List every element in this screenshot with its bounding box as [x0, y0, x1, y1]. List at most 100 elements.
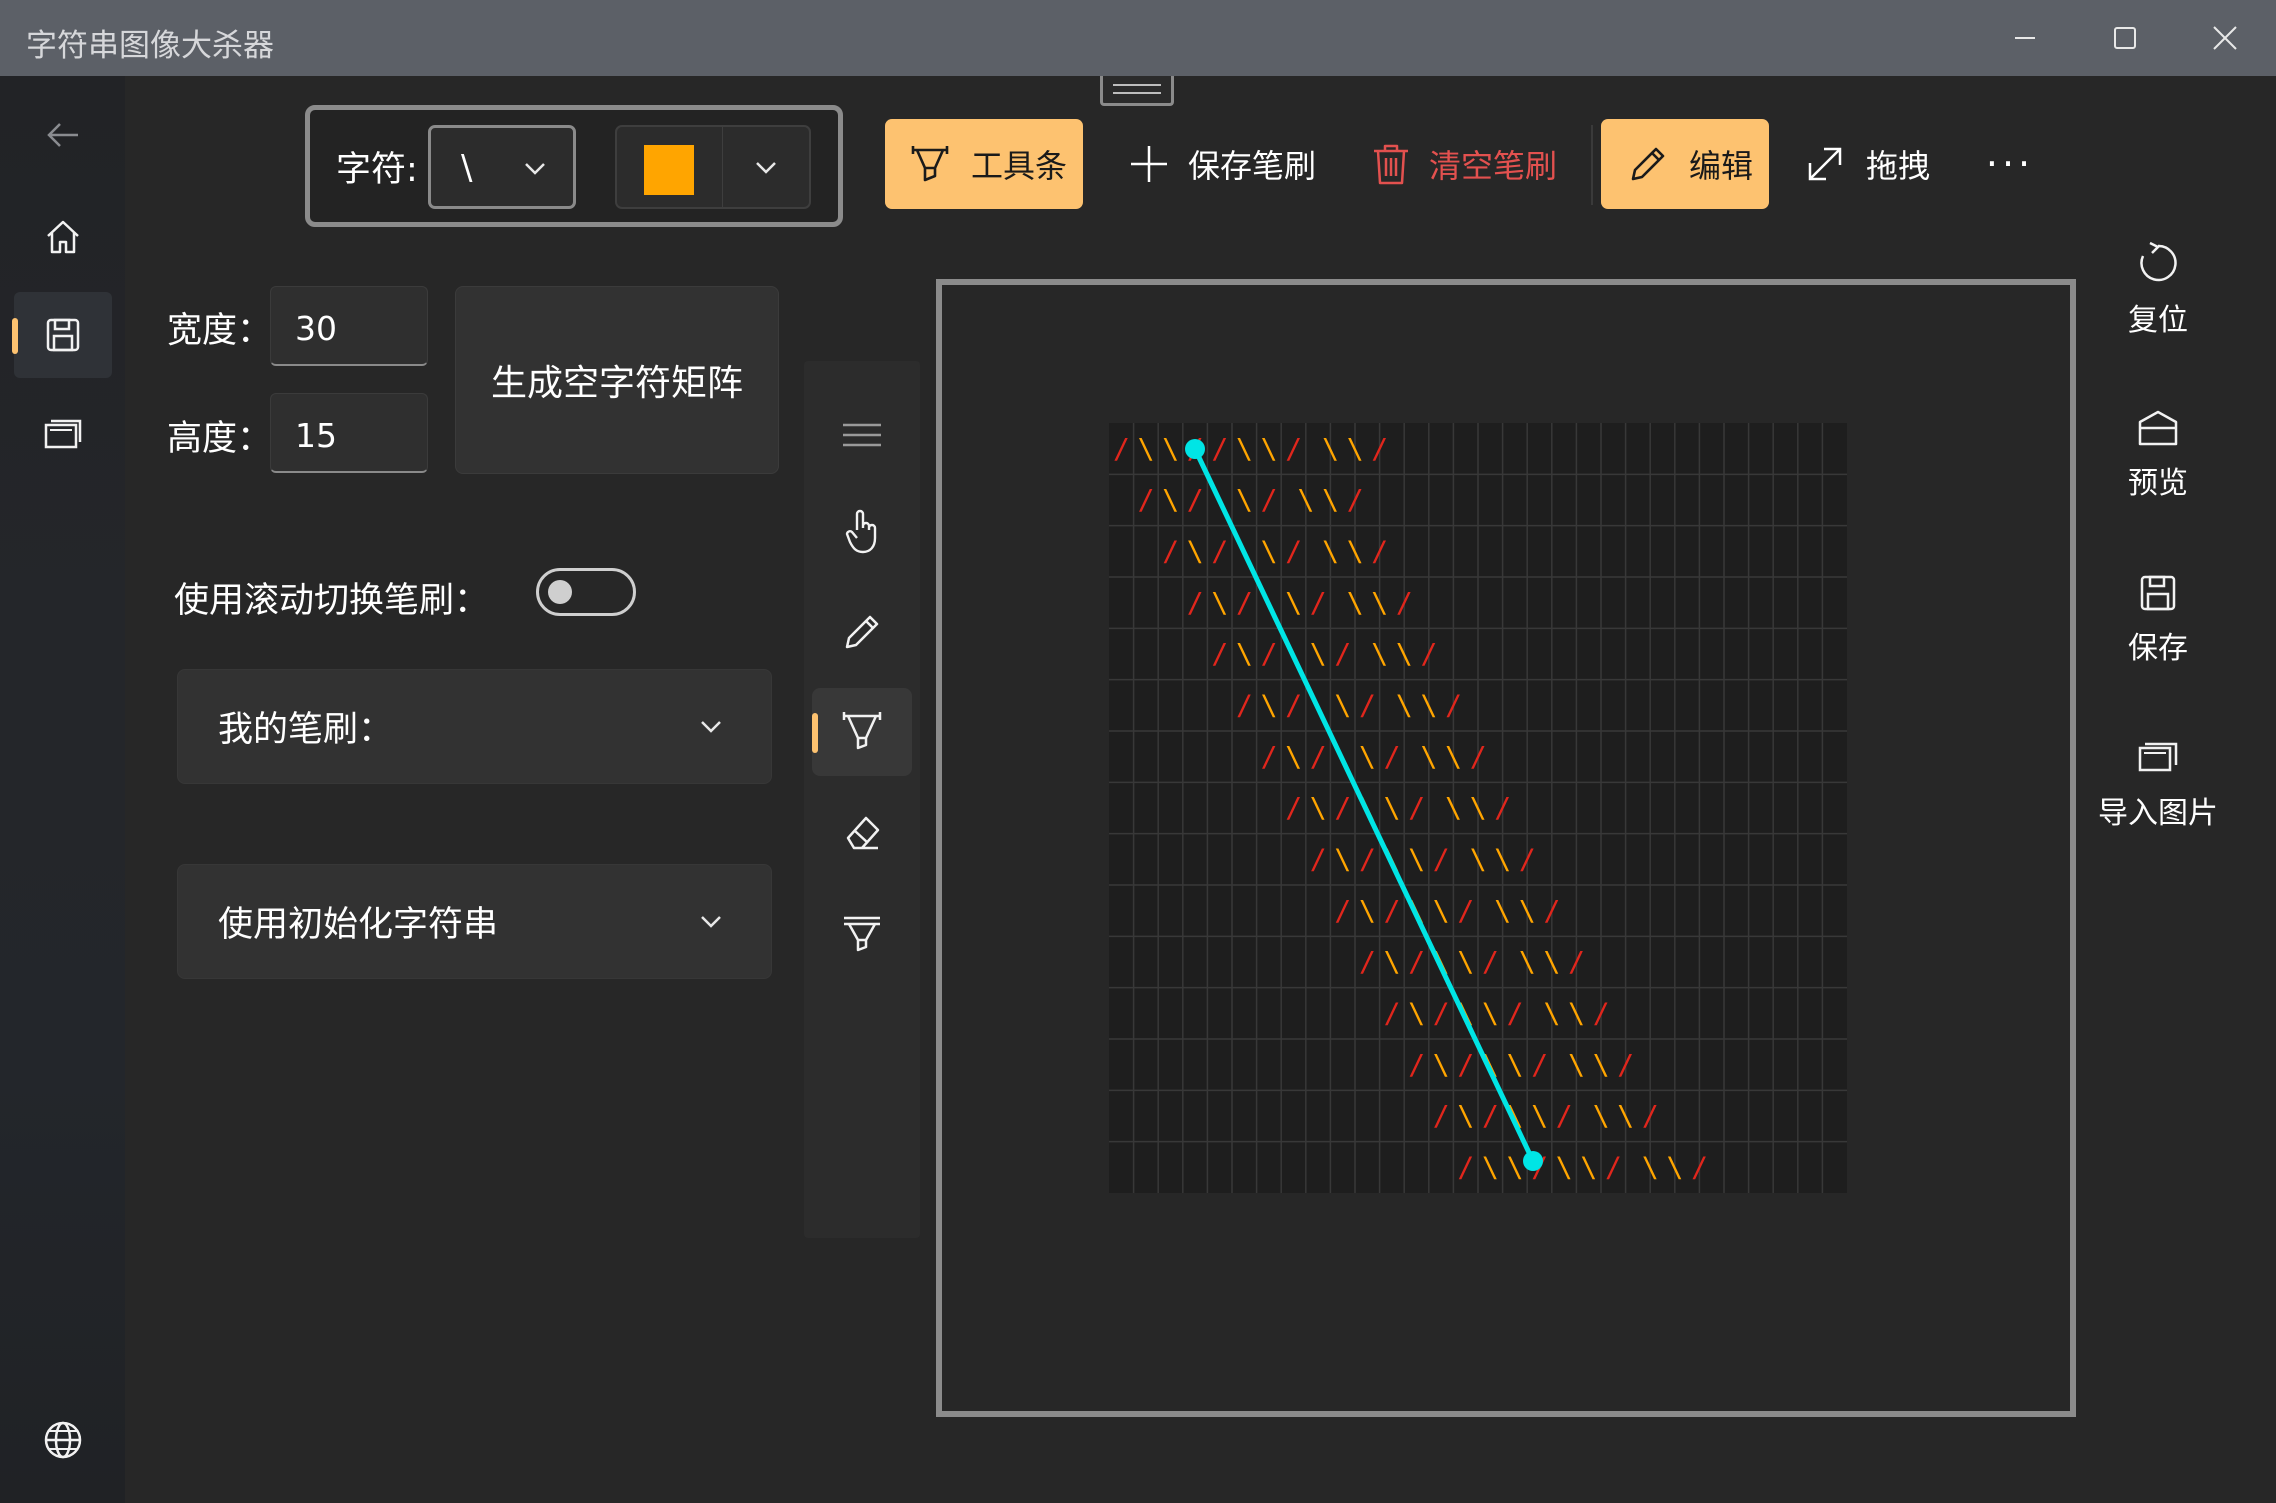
import-image-label: 导入图片 [2098, 796, 2218, 831]
grid-row-text: / \ / \ \ / \ \ / [1138, 483, 1364, 516]
grid-row-text: / \ / \ \ / \ \ / [1384, 997, 1610, 1030]
pencil-icon [1631, 147, 1665, 181]
back-arrow-icon [47, 123, 78, 147]
menu-icon [843, 423, 881, 447]
grid-row-text: / \ / \ \ / \ \ / [1433, 1099, 1659, 1132]
tool-selection-indicator [812, 713, 818, 753]
edit-button[interactable]: 编辑 [1601, 119, 1769, 209]
grid-row-text: / \ / \ \ / \ \ / [1334, 894, 1560, 927]
reset-command[interactable]: 复位 [2078, 220, 2238, 360]
save-label: 保存 [2128, 631, 2188, 666]
preview-command[interactable]: 预览 [2078, 385, 2238, 525]
width-input[interactable]: 30 [270, 286, 428, 366]
grid-row-text: / \ / \ \ / \ \ / [1236, 689, 1462, 722]
scroll-switch-toggle[interactable] [536, 568, 636, 616]
scroll-switch-label: 使用滚动切换笔刷： [174, 581, 490, 621]
my-brushes-label: 我的笔刷： [218, 710, 394, 750]
drag-label: 拖拽 [1866, 147, 1931, 185]
drag-button[interactable]: 拖拽 [1790, 119, 1950, 209]
eraser-icon [846, 816, 880, 850]
nav-rail [0, 76, 125, 1503]
edit-label: 编辑 [1689, 147, 1754, 185]
grid-row-text: / \ / \ \ / \ \ / [1211, 637, 1437, 670]
maximize-icon [2114, 27, 2136, 49]
grid-row-text: / \ / \ \ / \ \ / [1261, 740, 1487, 773]
stroke-start-handle[interactable] [1185, 439, 1205, 459]
char-label: 字符: [336, 150, 418, 190]
grid-row-text: / \ / \ \ / \ \ / [1359, 945, 1585, 978]
grid-row-text: / \ / \ \ / \ \ / [1162, 535, 1388, 568]
minimize-icon [2015, 37, 2035, 39]
color-dropdown[interactable] [615, 125, 811, 209]
more-icon: ··· [1985, 142, 2035, 186]
nav-home[interactable] [14, 194, 112, 280]
save-command[interactable]: 保存 [2078, 550, 2238, 690]
grid-row-text: / \ / \ \ / \ \ / [1310, 843, 1536, 876]
grid-row-text: / \ / \ \ / \ \ / [1187, 586, 1413, 619]
chevron-down-icon [756, 162, 776, 174]
resize-arrow-icon [1808, 147, 1842, 181]
tool-eraser[interactable] [812, 788, 912, 876]
close-icon [2213, 26, 2237, 50]
highlighter-icon [911, 146, 949, 182]
images-icon [44, 419, 82, 449]
import-image-icon [2138, 742, 2178, 772]
save-brush-label: 保存笔刷 [1188, 147, 1317, 185]
char-grid[interactable]: / \ \ / / \ \ / \ \ / / \ / \ \ / \ \ / / … [1109, 423, 1847, 1193]
generate-matrix-label: 生成空字符矩阵 [490, 363, 743, 404]
minimize-button[interactable] [1976, 0, 2074, 76]
grid-row-text: / \ / \ \ / \ \ / [1408, 1048, 1634, 1081]
chevron-down-icon [701, 916, 721, 928]
tool-hand[interactable] [812, 488, 912, 576]
title-bar [0, 0, 2276, 76]
clear-brush-button[interactable]: 清空笔刷 [1355, 119, 1565, 209]
trash-icon [1374, 144, 1408, 185]
toolbar-drag-handle[interactable] [1100, 76, 1174, 106]
nav-save[interactable] [14, 292, 112, 378]
save-brush-button[interactable]: 保存笔刷 [1112, 119, 1322, 209]
switch-knob [548, 580, 572, 604]
preview-label: 预览 [2128, 466, 2188, 501]
chevron-down-icon [701, 721, 721, 733]
char-dropdown[interactable]: \ [428, 125, 576, 209]
home-icon [47, 220, 79, 254]
save-icon [2140, 575, 2176, 611]
reset-label: 复位 [2128, 303, 2188, 338]
reset-icon [2140, 241, 2177, 282]
grid-row-text: / \ \ / \ \ / \ \ / [1457, 1151, 1708, 1184]
fill-brush-icon [844, 916, 880, 952]
height-input[interactable]: 15 [270, 393, 428, 473]
chevron-down-icon [525, 163, 545, 175]
clear-brush-label: 清空笔刷 [1429, 147, 1558, 185]
height-label: 高度： [167, 419, 273, 459]
stroke-end-handle[interactable] [1523, 1151, 1543, 1171]
char-dropdown-value: \ [461, 148, 473, 188]
more-button[interactable]: ··· [1960, 119, 2060, 209]
preview-envelope-icon [2138, 410, 2178, 446]
maximize-button[interactable] [2076, 0, 2174, 76]
pencil-icon [845, 615, 879, 649]
back-button[interactable] [14, 92, 112, 178]
tool-menu[interactable] [812, 391, 912, 479]
toolbar-separator [1591, 125, 1593, 205]
init-string-expander[interactable]: 使用初始化字符串 [177, 864, 772, 979]
hand-icon [845, 509, 877, 554]
grid-row-text: / \ / \ \ / \ \ / [1285, 791, 1511, 824]
init-string-label: 使用初始化字符串 [218, 905, 499, 945]
tool-brush[interactable] [812, 688, 912, 776]
tool-fill[interactable] [812, 888, 912, 976]
plus-icon [1131, 146, 1167, 182]
grid-row-text: / \ \ / / \ \ / \ \ / [1113, 432, 1388, 465]
import-image-command[interactable]: 导入图片 [2078, 715, 2238, 855]
color-swatch [644, 145, 694, 195]
tool-pencil[interactable] [812, 588, 912, 676]
floppy-disk-icon [46, 318, 80, 352]
generate-matrix-button[interactable]: 生成空字符矩阵 [455, 286, 779, 474]
nav-language[interactable] [14, 1397, 112, 1483]
app-title: 字符串图像大杀器 [26, 28, 274, 64]
my-brushes-expander[interactable]: 我的笔刷： [177, 669, 772, 784]
toolbar-toggle-button[interactable]: 工具条 [885, 119, 1083, 209]
close-window-button[interactable] [2176, 0, 2274, 76]
width-label: 宽度： [167, 311, 273, 351]
nav-images[interactable] [14, 392, 112, 478]
